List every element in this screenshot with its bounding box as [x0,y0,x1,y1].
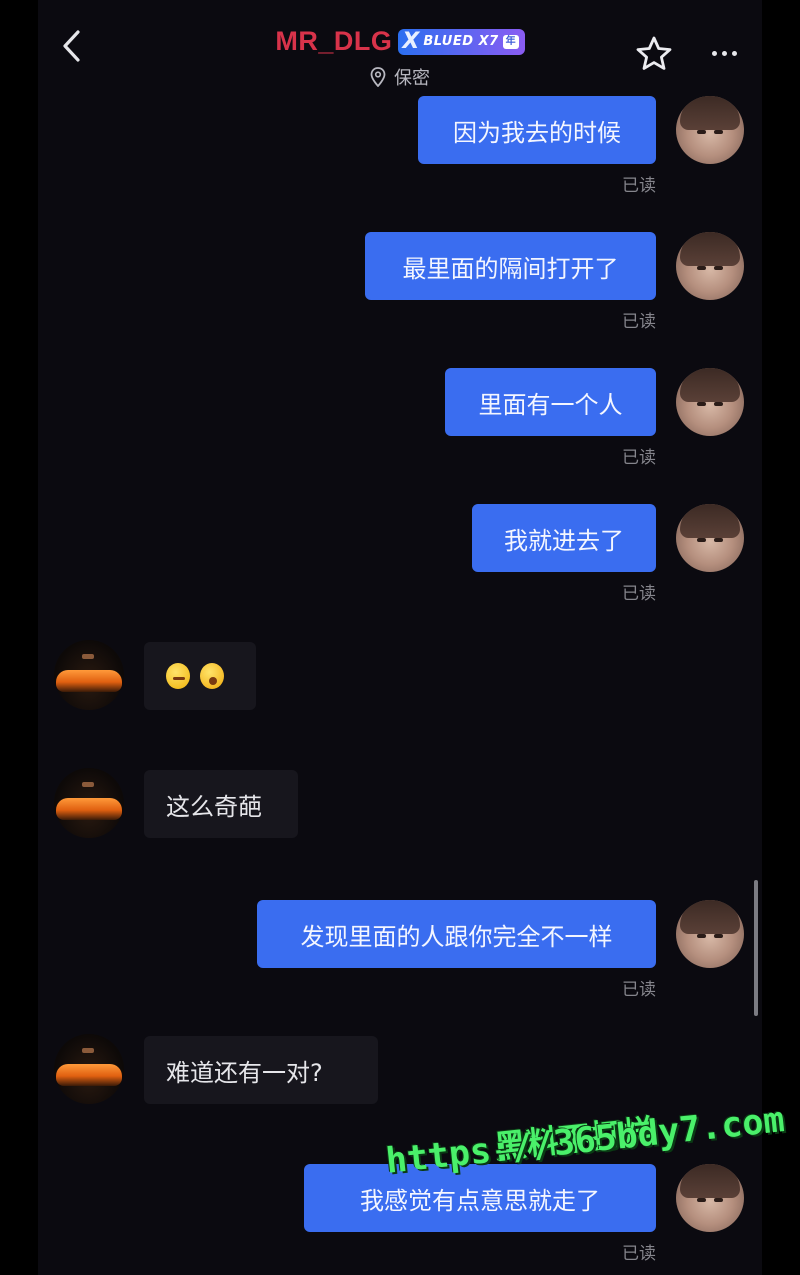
scrollbar[interactable] [754,880,758,1016]
message-bubble-incoming[interactable]: 这么奇葩 [144,770,298,838]
more-options-button[interactable] [706,38,742,68]
contact-avatar[interactable] [54,640,124,710]
my-avatar[interactable] [676,504,744,572]
message-bubble-outgoing[interactable]: 最里面的隔间打开了 [365,232,656,300]
message-bubble-outgoing[interactable]: 我感觉有点意思就走了 [304,1164,656,1232]
location-pin-icon [370,67,386,87]
read-status: 已读 [622,1244,656,1264]
message-bubble-outgoing[interactable]: 发现里面的人跟你完全不一样 [257,900,656,968]
contact-avatar[interactable] [54,1034,124,1104]
star-icon [636,36,672,70]
my-avatar[interactable] [676,368,744,436]
message-bubble-outgoing[interactable]: 因为我去的时候 [418,96,656,164]
contact-avatar[interactable] [54,768,124,838]
vip-badge-mark: 年 [502,34,519,49]
my-avatar[interactable] [676,96,744,164]
read-status: 已读 [622,312,656,332]
chat-header: MR_DLG X BLUED X7 年 保密 [38,0,762,92]
favorite-button[interactable] [634,34,674,74]
my-avatar[interactable] [676,1164,744,1232]
read-status: 已读 [622,980,656,1000]
message-bubble-outgoing[interactable]: 我就进去了 [472,504,656,572]
vip-badge-x: X [402,28,420,54]
more-dot-icon [721,50,727,56]
message-bubble-incoming[interactable] [144,642,256,710]
vip-badge-text: BLUED X7 [423,34,499,49]
location-text: 保密 [394,68,430,89]
more-dot-icon [731,50,737,56]
contact-username[interactable]: MR_DLG [275,26,392,57]
more-dot-icon [711,50,717,56]
dizzy-face-emoji [166,663,190,689]
read-status: 已读 [622,448,656,468]
vip-badge: X BLUED X7 年 [398,28,525,55]
message-bubble-incoming[interactable]: 难道还有一对? [144,1036,378,1104]
read-status: 已读 [622,584,656,604]
message-bubble-outgoing[interactable]: 里面有一个人 [445,368,656,436]
astonished-face-emoji [200,663,224,689]
chat-screen: MR_DLG X BLUED X7 年 保密 因为我去的时候 已读 最里面的隔间… [38,0,762,1275]
my-avatar[interactable] [676,900,744,968]
read-status: 已读 [622,176,656,196]
my-avatar[interactable] [676,232,744,300]
